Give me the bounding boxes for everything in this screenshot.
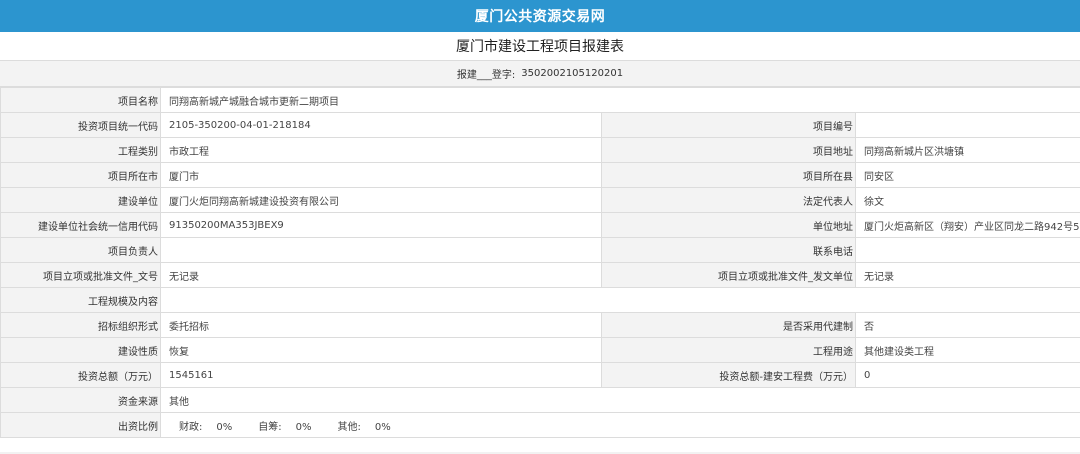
investment-code-label: 投资项目统一代码: [0, 112, 161, 138]
approval-issuer-value: 无记录: [854, 262, 1080, 288]
project-address-value: 同翔高新城片区洪塘镇: [854, 137, 1080, 163]
other-label: 其他:: [337, 421, 361, 433]
engineering-type-value: 市政工程: [160, 137, 602, 163]
scale-value: [159, 287, 1080, 313]
table-row: 招标组织形式 委托招标 是否采用代建制 否: [0, 312, 1080, 338]
project-number-value: [854, 112, 1080, 138]
table-row: 建设单位社会统一信用代码 91350200MA353JBEX9 单位地址 厦门火…: [0, 212, 1080, 238]
legal-rep-label: 法定代表人: [601, 187, 856, 213]
table-row: 投资总额（万元） 1545161 投资总额-建安工程费（万元） 0: [0, 362, 1080, 388]
form-title: 厦门市建设工程项目报建表: [0, 32, 1080, 61]
investment-code-value: 2105-350200-04-01-218184: [160, 112, 602, 138]
agent-system-label: 是否采用代建制: [601, 312, 856, 338]
engineering-type-label: 工程类别: [0, 137, 161, 163]
total-investment-label: 投资总额（万元）: [0, 362, 161, 388]
person-in-charge-value: [160, 237, 602, 263]
table-row: 资金来源 其他: [0, 387, 1080, 413]
fund-source-label: 资金来源: [0, 387, 161, 413]
self-funded-label: 自筹:: [258, 421, 282, 433]
table-row: 项目负责人 联系电话: [0, 237, 1080, 263]
approval-doc-no-label: 项目立项或批准文件_文号: [0, 262, 161, 288]
self-funded-value: 0%: [295, 421, 312, 433]
fund-source-value: 其他: [159, 387, 1080, 413]
builder-value: 厦门火炬同翔高新城建设投资有限公司: [160, 187, 602, 213]
table-row: 建设性质 恢复 工程用途 其他建设类工程: [0, 337, 1080, 363]
usage-value: 其他建设类工程: [854, 337, 1080, 363]
credit-code-label: 建设单位社会统一信用代码: [0, 212, 161, 238]
site-title: 厦门公共资源交易网: [474, 9, 606, 25]
project-info-table: 项目名称 同翔高新城产城融合城市更新二期项目 投资项目统一代码 2105-350…: [0, 87, 1080, 438]
construction-fee-value: 0: [854, 362, 1080, 388]
bid-org-form-value: 委托招标: [160, 312, 602, 338]
unit-address-value: 厦门火炬高新区（翔安）产业区同龙二路942号558: [854, 212, 1080, 238]
phone-label: 联系电话: [601, 237, 856, 263]
legal-rep-value: 徐文: [854, 187, 1080, 213]
table-row: 项目所在市 厦门市 项目所在县 同安区: [0, 162, 1080, 188]
agent-system-value: 否: [854, 312, 1080, 338]
approval-doc-no-value: 无记录: [160, 262, 602, 288]
investment-ratio-value: 财政: 0% 自筹: 0% 其他: 0%: [159, 412, 1080, 438]
project-address-label: 项目地址: [601, 137, 856, 163]
project-number-label: 项目编号: [601, 112, 856, 138]
phone-value: [854, 237, 1080, 263]
person-in-charge-label: 项目负责人: [0, 237, 161, 263]
builder-label: 建设单位: [0, 187, 161, 213]
unit-address-label: 单位地址: [601, 212, 856, 238]
fiscal-value: 0%: [216, 421, 233, 433]
table-row: 出资比例 财政: 0% 自筹: 0% 其他: 0%: [0, 412, 1080, 438]
construction-fee-label: 投资总额-建安工程费（万元）: [601, 362, 856, 388]
construction-nature-value: 恢复: [160, 337, 602, 363]
registration-label: 报建___登字:: [456, 70, 516, 81]
scale-label: 工程规模及内容: [0, 287, 161, 313]
credit-code-value: 91350200MA353JBEX9: [160, 212, 602, 238]
table-row: 项目立项或批准文件_文号 无记录 项目立项或批准文件_发文单位 无记录: [0, 262, 1080, 288]
table-row: 工程规模及内容: [0, 287, 1080, 313]
investment-ratio-label: 出资比例: [0, 412, 161, 438]
site-header: 厦门公共资源交易网: [0, 0, 1080, 32]
county-value: 同安区: [854, 162, 1080, 188]
approval-issuer-label: 项目立项或批准文件_发文单位: [601, 262, 856, 288]
project-name-value: 同翔高新城产城融合城市更新二期项目: [159, 87, 1080, 113]
table-row: 建设单位 厦门火炬同翔高新城建设投资有限公司 法定代表人 徐文: [0, 187, 1080, 213]
table-row: 项目名称 同翔高新城产城融合城市更新二期项目: [0, 87, 1080, 113]
construction-nature-label: 建设性质: [0, 337, 161, 363]
registration-number: 报建___登字: 3502002105120201: [0, 61, 1080, 87]
usage-label: 工程用途: [601, 337, 856, 363]
county-label: 项目所在县: [601, 162, 856, 188]
fiscal-label: 财政:: [179, 421, 203, 433]
bid-org-form-label: 招标组织形式: [0, 312, 161, 338]
project-name-label: 项目名称: [0, 87, 161, 113]
city-label: 项目所在市: [0, 162, 161, 188]
registration-value: 3502002105120201: [521, 68, 624, 79]
project-registration-form: 厦门市建设工程项目报建表 报建___登字: 3502002105120201 项目…: [0, 32, 1080, 452]
table-row: 工程类别 市政工程 项目地址 同翔高新城片区洪塘镇: [0, 137, 1080, 163]
table-row: 投资项目统一代码 2105-350200-04-01-218184 项目编号: [0, 112, 1080, 138]
other-value: 0%: [374, 421, 391, 433]
city-value: 厦门市: [160, 162, 602, 188]
total-investment-value: 1545161: [160, 362, 602, 388]
